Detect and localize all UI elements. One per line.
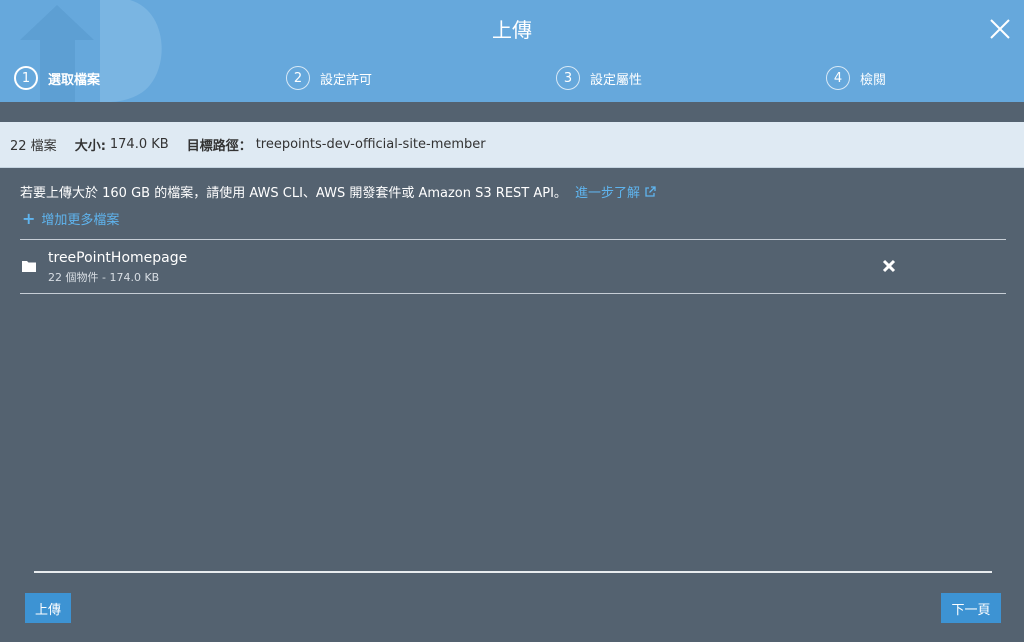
upload-summary-bar: 22 檔案 大小: 174.0 KB 目標路徑： treepoints-dev-… bbox=[0, 122, 1024, 168]
step-select-files[interactable]: 1 選取檔案 bbox=[14, 65, 100, 91]
target-path-value: treepoints-dev-official-site-member bbox=[255, 137, 486, 152]
close-icon[interactable] bbox=[988, 17, 1012, 41]
step-label: 檢閱 bbox=[860, 72, 887, 88]
step-number: 3 bbox=[556, 66, 580, 90]
folder-icon bbox=[22, 261, 36, 272]
learn-more-label: 進一步了解 bbox=[574, 186, 640, 201]
remove-icon[interactable] bbox=[882, 259, 896, 273]
add-more-label: 增加更多檔案 bbox=[41, 213, 120, 228]
step-label: 設定許可 bbox=[320, 72, 373, 88]
step-number: 1 bbox=[14, 66, 38, 90]
step-number: 4 bbox=[826, 66, 850, 90]
size-value: 174.0 KB bbox=[109, 137, 169, 152]
target-path-label: 目標路徑： bbox=[186, 139, 252, 154]
wizard-steps: 1 選取檔案 2 設定許可 3 設定屬性 4 檢閱 bbox=[0, 65, 1024, 91]
upload-button[interactable]: 上傳 bbox=[25, 593, 71, 623]
add-more-files-button[interactable]: + 增加更多檔案 bbox=[22, 209, 119, 228]
learn-more-link[interactable]: 進一步了解 bbox=[575, 182, 656, 201]
file-list: treePointHomepage 22 個物件 - 174.0 KB bbox=[20, 239, 1006, 294]
dialog-title: 上傳 bbox=[492, 18, 532, 42]
next-button[interactable]: 下一頁 bbox=[941, 593, 1001, 623]
notice-text: 若要上傳大於 160 GB 的檔案，請使用 AWS CLI、AWS 開發套件或 … bbox=[20, 186, 567, 201]
step-set-permissions[interactable]: 2 設定許可 bbox=[286, 65, 372, 91]
file-count: 22 檔案 bbox=[10, 139, 57, 154]
step-label: 選取檔案 bbox=[48, 72, 101, 88]
large-file-notice: 若要上傳大於 160 GB 的檔案，請使用 AWS CLI、AWS 開發套件或 … bbox=[20, 182, 656, 201]
dialog-header: 上傳 1 選取檔案 2 設定許可 3 設定屬性 4 檢閱 bbox=[0, 0, 1024, 102]
size-label: 大小: bbox=[74, 139, 106, 154]
list-item[interactable]: treePointHomepage 22 個物件 - 174.0 KB bbox=[20, 240, 1006, 293]
plus-icon: + bbox=[22, 208, 36, 228]
step-number: 2 bbox=[286, 66, 310, 90]
file-meta: 22 個物件 - 174.0 KB bbox=[48, 271, 160, 284]
step-set-properties[interactable]: 3 設定屬性 bbox=[556, 65, 642, 91]
external-link-icon bbox=[645, 185, 656, 197]
step-label: 設定屬性 bbox=[590, 72, 643, 88]
footer-divider bbox=[34, 571, 992, 573]
file-name: treePointHomepage bbox=[48, 250, 188, 266]
step-review[interactable]: 4 檢閱 bbox=[826, 65, 886, 91]
